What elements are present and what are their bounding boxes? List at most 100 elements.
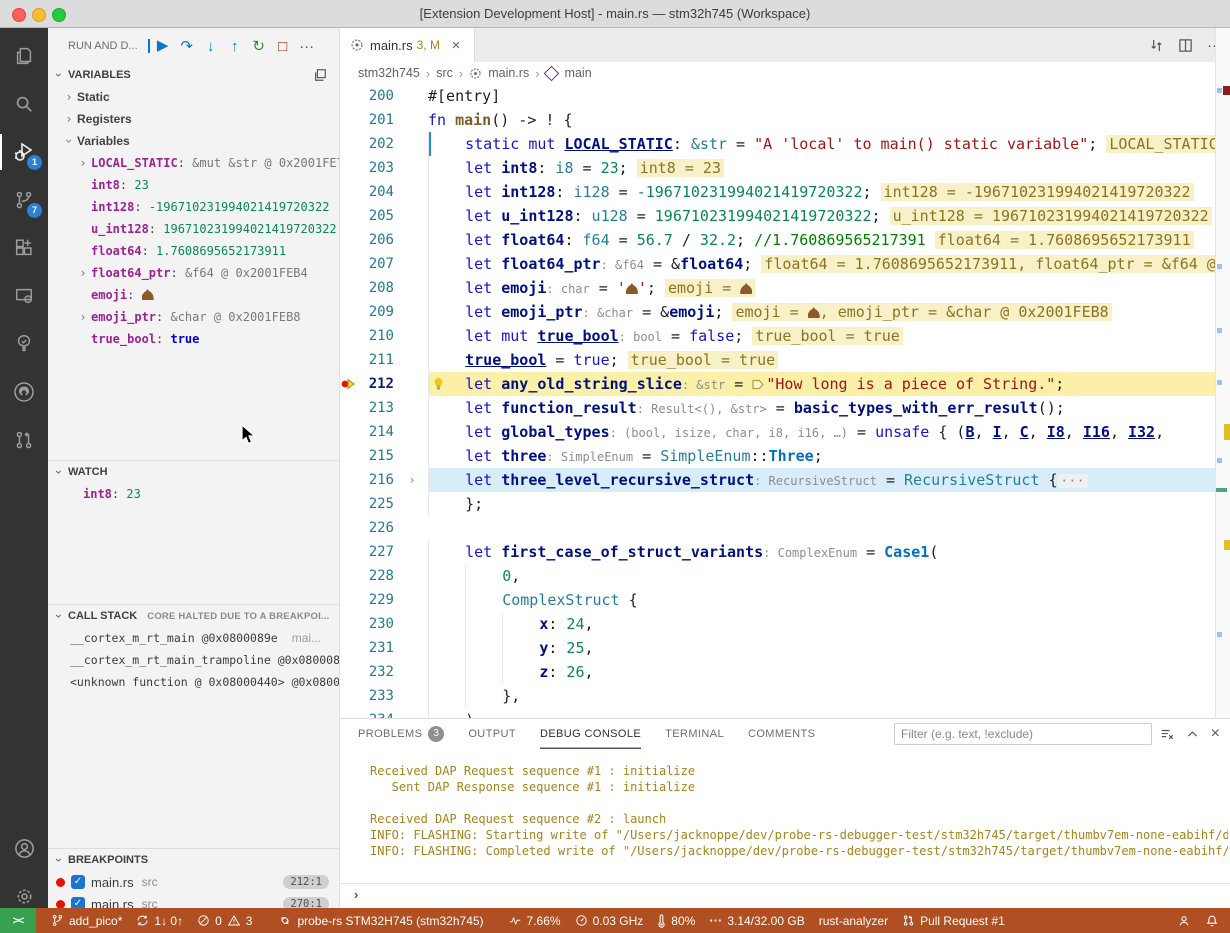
breakpoints-header[interactable]: › BREAKPOINTS	[48, 849, 339, 871]
breadcrumb-item[interactable]: main.rs	[488, 66, 529, 80]
clear-filter-icon[interactable]	[1160, 727, 1174, 741]
call-stack-header[interactable]: › CALL STACK CORE HALTED DUE TO A BREAKP…	[48, 605, 339, 627]
breakpoint-row[interactable]: ✓main.rssrc212:1	[48, 871, 339, 893]
code-line-203[interactable]: 203let int8: i8 = 23; int8 = 23	[340, 156, 1216, 180]
extensions-icon[interactable]	[0, 224, 48, 272]
status-frequency[interactable]: 0.03 GHz	[568, 908, 651, 933]
code-line-201[interactable]: 201fn main() -> ! {	[340, 108, 1216, 132]
code-content[interactable]: #[entry]	[428, 84, 1216, 108]
expand-chevron-icon[interactable]: ›	[78, 262, 88, 284]
variables-scope-row[interactable]: ›Static	[48, 86, 339, 108]
variable-row[interactable]: ›emoji_ptr: &char @ 0x2001FEB8	[48, 306, 339, 328]
tab-comments[interactable]: COMMENTS	[748, 719, 815, 749]
code-content[interactable]: x: 24,	[428, 612, 1216, 636]
status-sync[interactable]: 1↓ 0↑	[129, 908, 190, 933]
status-problems[interactable]: 0 3	[190, 908, 259, 933]
tab-debug-console[interactable]: DEBUG CONSOLE	[540, 719, 641, 749]
status-cpu-usage[interactable]: 7.66%	[501, 908, 568, 933]
code-line-205[interactable]: 205let u_int128: u128 = 1967102319940214…	[340, 204, 1216, 228]
code-line-212[interactable]: 212let any_old_string_slice: &str = "How…	[340, 372, 1216, 396]
variables-scope-row[interactable]: ›Registers	[48, 108, 339, 130]
variable-row[interactable]: true_bool: true	[48, 328, 339, 350]
code-line-200[interactable]: 200#[entry]	[340, 84, 1216, 108]
code-line-226[interactable]: 226	[340, 516, 1216, 540]
code-line-231[interactable]: 231y: 25,	[340, 636, 1216, 660]
variable-row[interactable]: int128: -196710231994021419720322	[48, 196, 339, 218]
breadcrumb-item[interactable]: src	[436, 66, 453, 80]
status-notifications[interactable]	[1198, 908, 1226, 933]
collapse-all-icon[interactable]	[313, 68, 327, 82]
code-line-230[interactable]: 230x: 24,	[340, 612, 1216, 636]
variable-row[interactable]: int8: 23	[48, 174, 339, 196]
debug-step-out-button[interactable]: ↑	[223, 34, 247, 58]
source-control-icon[interactable]: 7	[0, 176, 48, 224]
debug-more-actions-button[interactable]: ···	[295, 34, 319, 58]
status-git-branch[interactable]: add_pico*	[44, 908, 129, 933]
code-content[interactable]: let float64: f64 = 56.7 / 32.2; //1.7608…	[428, 228, 1216, 252]
run-and-debug-icon[interactable]: 1	[0, 128, 48, 176]
code-content[interactable]: let any_old_string_slice: &str = "How lo…	[428, 372, 1216, 396]
variables-header[interactable]: › VARIABLES	[48, 64, 339, 86]
code-content[interactable]: let u_int128: u128 = 1967102319940214197…	[428, 204, 1216, 228]
code-content[interactable]: },	[428, 684, 1216, 708]
remote-indicator[interactable]: ><	[0, 908, 36, 933]
code-content[interactable]: let emoji_ptr: &char = &emoji; emoji = ,…	[428, 300, 1216, 324]
watch-header[interactable]: › WATCH	[48, 461, 339, 483]
code-line-216[interactable]: 216›let three_level_recursive_struct: Re…	[340, 468, 1216, 492]
code-line-232[interactable]: 232z: 26,	[340, 660, 1216, 684]
code-line-210[interactable]: 210let mut true_bool: bool = false; true…	[340, 324, 1216, 348]
status-rust-analyzer[interactable]: rust-analyzer	[812, 908, 895, 933]
call-stack-frame[interactable]: <unknown function @ 0x08000440> @0x08000…	[48, 671, 339, 693]
code-line-208[interactable]: 208let emoji: char = ''; emoji =	[340, 276, 1216, 300]
code-line-228[interactable]: 2280,	[340, 564, 1216, 588]
code-content[interactable]: ComplexStruct {	[428, 588, 1216, 612]
code-content[interactable]: static mut LOCAL_STATIC: &str = "A 'loca…	[428, 132, 1216, 156]
debug-stop-button[interactable]: □	[271, 34, 295, 58]
chevron-down-icon[interactable]: ›	[58, 136, 80, 146]
variable-row[interactable]: emoji:	[48, 284, 339, 306]
split-editor-icon[interactable]	[1178, 38, 1193, 53]
open-changes-icon[interactable]	[1149, 38, 1164, 53]
code-line-225[interactable]: 225};	[340, 492, 1216, 516]
code-line-234[interactable]: 234)	[340, 708, 1216, 718]
code-content[interactable]: };	[428, 492, 1216, 516]
chevron-right-icon[interactable]: ›	[64, 108, 74, 130]
code-content[interactable]: let function_result: Result<(), &str> = …	[428, 396, 1216, 420]
code-content[interactable]: let three_level_recursive_struct: Recurs…	[428, 468, 1216, 492]
tab-output[interactable]: OUTPUT	[468, 719, 516, 749]
debug-continue-button[interactable]: ▶	[148, 39, 175, 53]
github-icon[interactable]	[0, 368, 48, 416]
code-content[interactable]: let global_types: (bool, isize, char, i8…	[428, 420, 1216, 444]
code-content[interactable]: )	[428, 708, 1216, 718]
debug-step-into-button[interactable]: ↓	[199, 34, 223, 58]
status-pull-request[interactable]: Pull Request #1	[895, 908, 1012, 933]
tab-problems[interactable]: PROBLEMS 3	[358, 719, 444, 749]
status-memory[interactable]: ··· 3.14/32.00 GB	[702, 908, 811, 933]
code-content[interactable]: let emoji: char = ''; emoji =	[428, 276, 1216, 300]
breadcrumb-item[interactable]: stm32h745	[358, 66, 420, 80]
code-content[interactable]: let mut true_bool: bool = false; true_bo…	[428, 324, 1216, 348]
fold-chevron-icon[interactable]: ›	[400, 468, 424, 492]
code-content[interactable]: let int128: i128 = -19671023199402141972…	[428, 180, 1216, 204]
debug-step-over-button[interactable]: ↷	[175, 34, 199, 58]
code-line-204[interactable]: 204let int128: i128 = -19671023199402141…	[340, 180, 1216, 204]
breadcrumb-item[interactable]: main	[565, 66, 592, 80]
code-line-215[interactable]: 215let three: SimpleEnum = SimpleEnum::T…	[340, 444, 1216, 468]
code-line-213[interactable]: 213let function_result: Result<(), &str>…	[340, 396, 1216, 420]
expand-chevron-icon[interactable]: ›	[78, 152, 88, 174]
call-stack-frame[interactable]: __cortex_m_rt_main @0x0800089emai...	[48, 627, 339, 649]
status-temperature[interactable]: 80%	[650, 908, 702, 933]
variable-row[interactable]: float64: 1.7608695652173911	[48, 240, 339, 262]
code-content[interactable]: z: 26,	[428, 660, 1216, 684]
breakpoint-checkbox[interactable]: ✓	[71, 875, 85, 889]
code-content[interactable]: let float64_ptr: &f64 = &float64; float6…	[428, 252, 1216, 276]
status-feedback[interactable]	[1170, 908, 1198, 933]
code-content[interactable]	[428, 516, 1216, 540]
lightbulb-icon[interactable]	[432, 377, 445, 391]
code-content[interactable]: fn main() -> ! {	[428, 108, 1216, 132]
folded-code-ellipsis[interactable]: ···	[1058, 474, 1089, 488]
code-content[interactable]: 0,	[428, 564, 1216, 588]
tab-terminal[interactable]: TERMINAL	[665, 719, 724, 749]
tab-main-rs[interactable]: main.rs 3, M ×	[340, 28, 475, 62]
status-debug-target[interactable]: probe-rs STM32H745 (stm32h745)	[271, 908, 490, 933]
